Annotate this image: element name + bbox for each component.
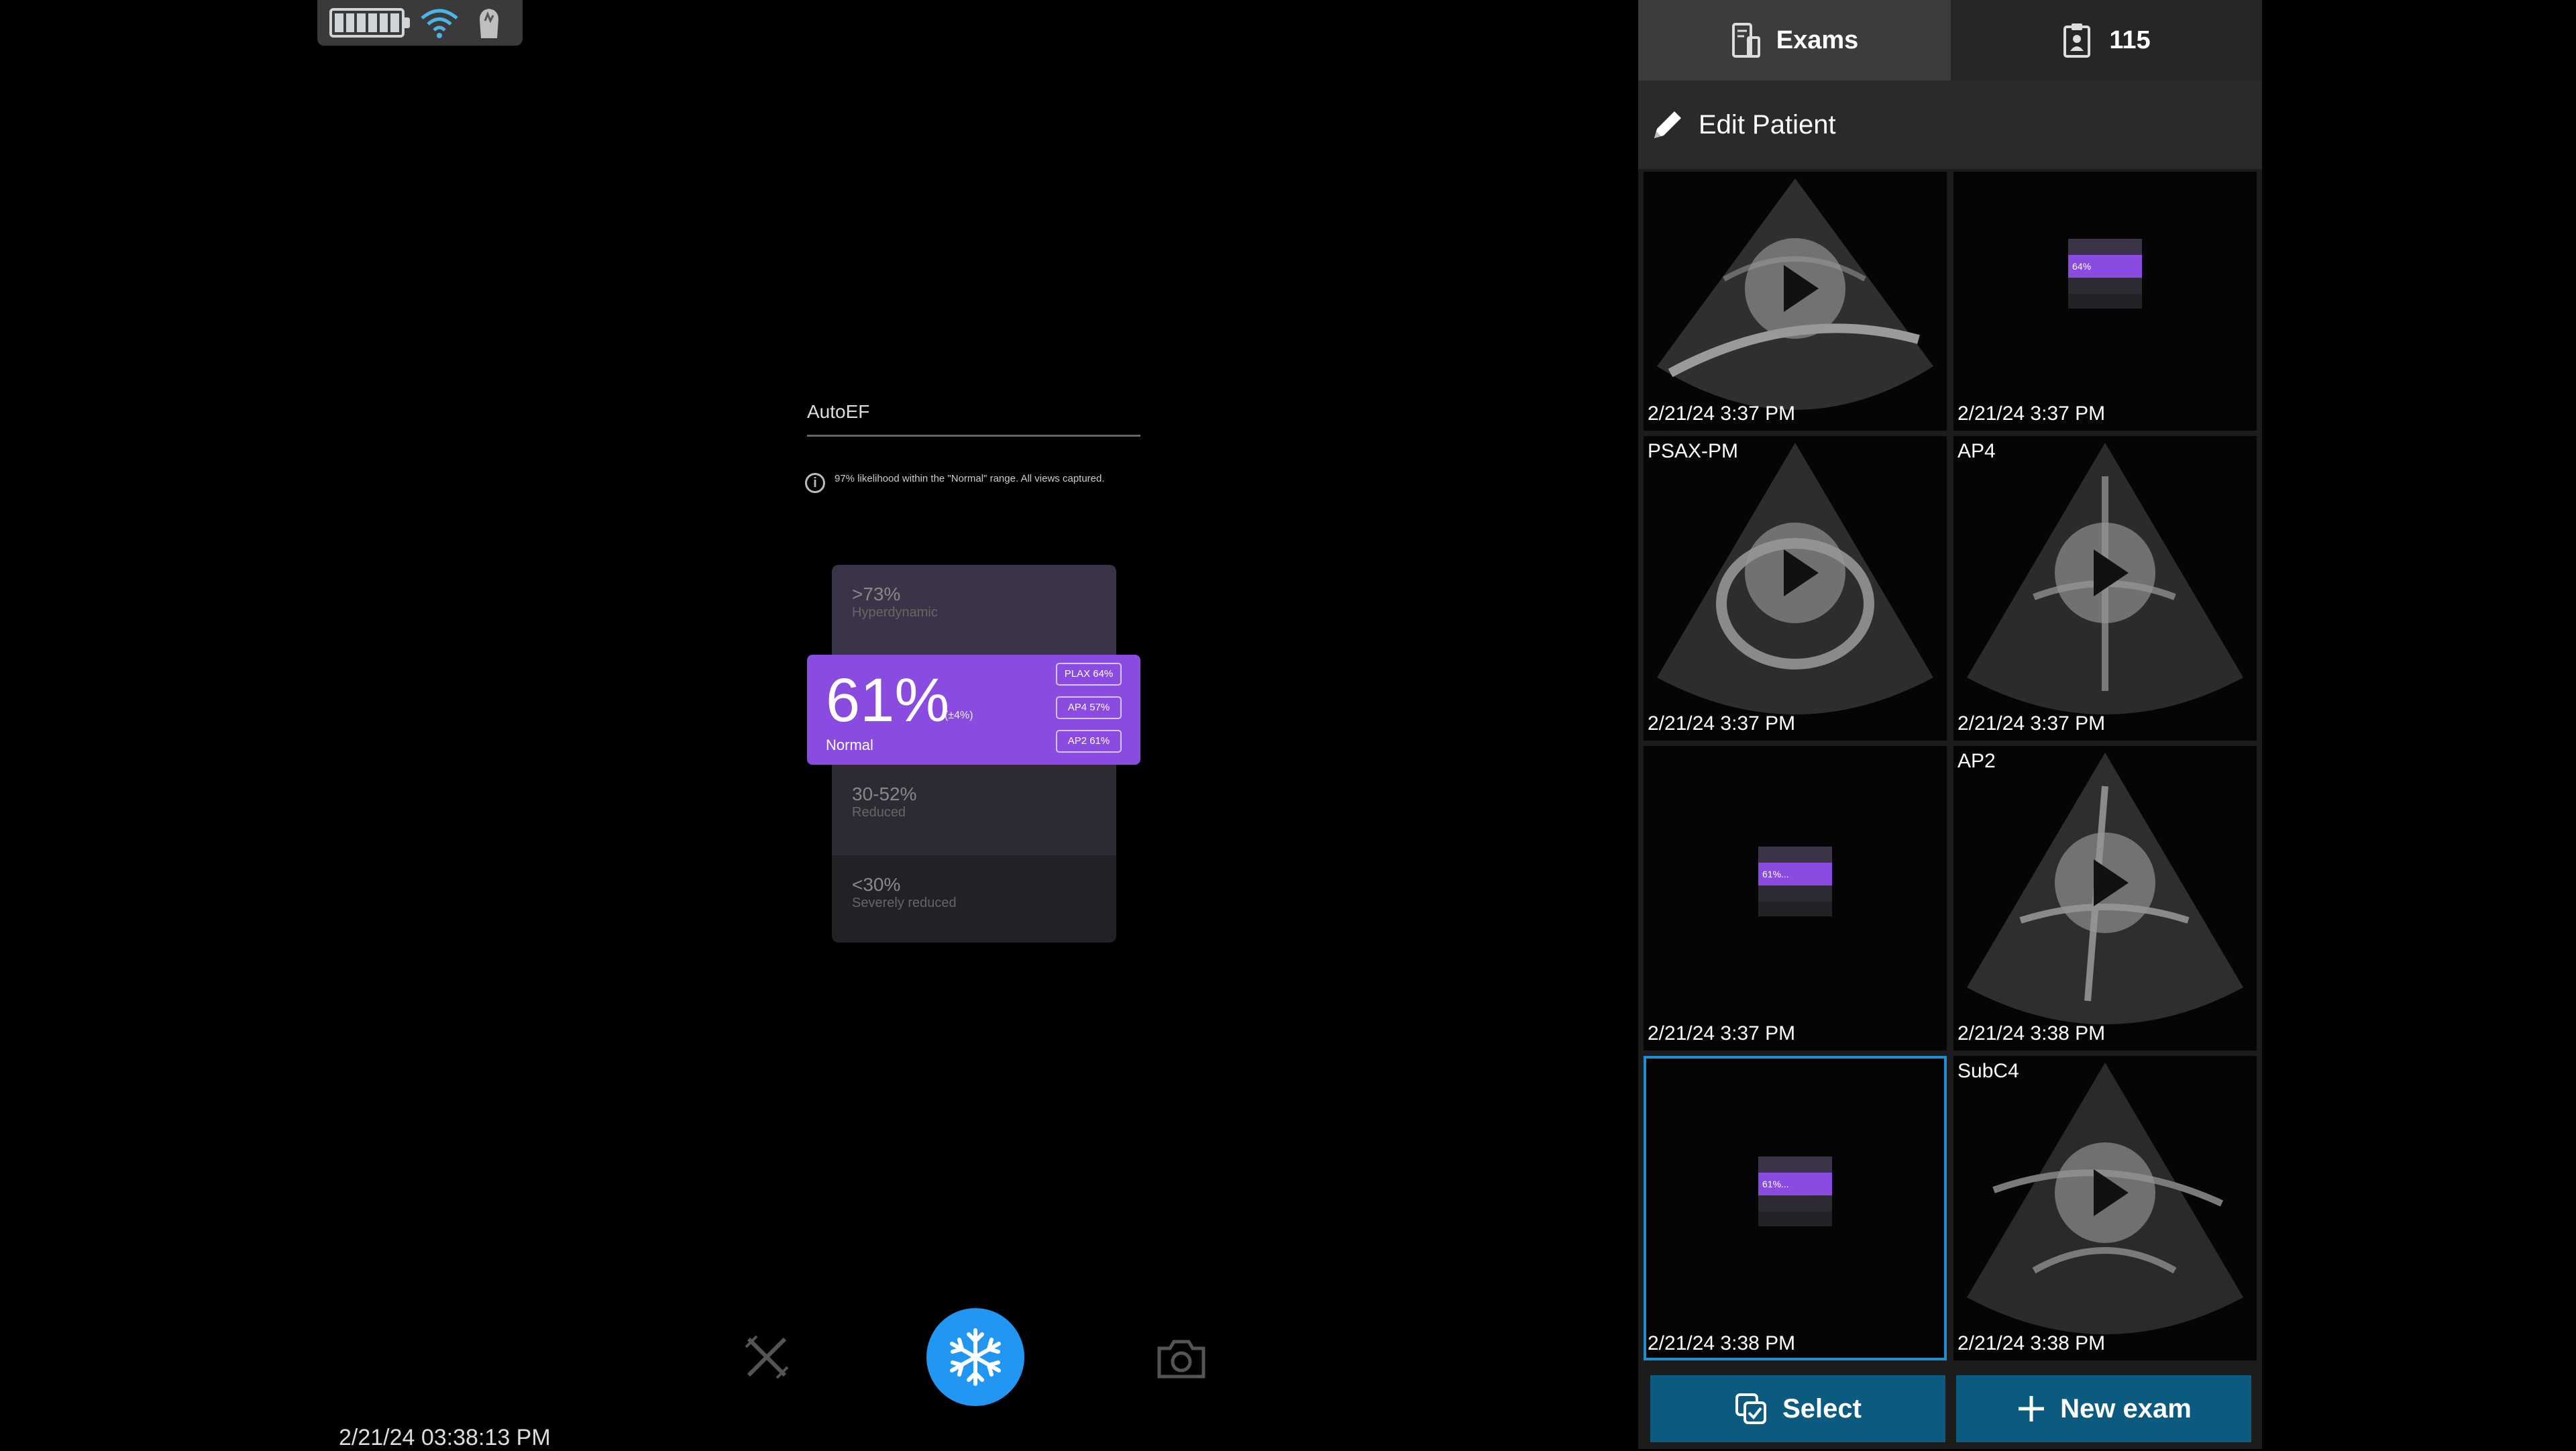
probe-icon — [480, 9, 498, 38]
tab-count-label: 115 — [2109, 25, 2151, 54]
thumbnail-view-name: PSAX-PM — [1648, 440, 1739, 462]
tab-patient-count[interactable]: 115 — [1951, 0, 2262, 80]
cross-tool-icon[interactable] — [743, 1334, 790, 1381]
thumbnail-view-name: SubC4 — [1957, 1060, 2019, 1082]
select-button[interactable]: Select — [1650, 1375, 1945, 1442]
exam-panel: Exams 115 Edit Patient 2/21/24 3:37 PM 6… — [1638, 0, 2262, 1449]
new-exam-button[interactable]: New exam — [1956, 1375, 2251, 1442]
ef-delta: (±4%) — [945, 710, 973, 721]
thumbnail-date: 2/21/24 3:38 PM — [1648, 1332, 1796, 1354]
range-label: Severely reduced — [852, 896, 957, 910]
wifi-icon — [421, 9, 458, 38]
view-tag-ap4: AP4 57% — [1056, 696, 1122, 719]
ef-category: Normal — [826, 737, 873, 753]
thumbnail-grid: 2/21/24 3:37 PM 64% 2/21/24 3:37 PM PSAX… — [1644, 172, 2257, 1360]
range-label: Reduced — [852, 805, 906, 820]
play-icon — [2055, 523, 2155, 624]
view-tag-ap2: AP2 61% — [1056, 730, 1122, 753]
info-icon: i — [805, 473, 825, 493]
autoef-info-text: 97% likelihood within the "Normal" range… — [835, 473, 1105, 484]
range-value: 30-52% — [852, 784, 917, 804]
camera-icon[interactable] — [1155, 1336, 1208, 1381]
battery-full-icon — [329, 8, 410, 38]
edit-patient-label: Edit Patient — [1699, 109, 1836, 140]
thumbnail-view-name: AP4 — [1957, 440, 1996, 462]
range-value: >73% — [852, 584, 901, 604]
new-exam-button-label: New exam — [2060, 1393, 2192, 1423]
thumbnail-clip[interactable]: AP2 2/21/24 3:38 PM — [1953, 746, 2257, 1051]
thumbnail-date: 2/21/24 3:37 PM — [1957, 712, 2106, 735]
view-tag-plax: PLAX 64% — [1056, 663, 1122, 686]
mini-ef-value: 64% — [2068, 255, 2142, 278]
thumbnail-date: 2/21/24 3:38 PM — [1957, 1332, 2106, 1354]
mini-ef-value: 61%... — [1758, 863, 1832, 885]
autoef-divider — [807, 435, 1140, 437]
play-icon — [1745, 523, 1845, 624]
ef-current-result: 61% (±4%) Normal PLAX 64% AP4 57% AP2 61… — [807, 655, 1140, 765]
autoef-mini-preview: 64% — [2068, 239, 2142, 309]
range-label: Hyperdynamic — [852, 605, 938, 620]
thumbnail-view-name: AP2 — [1957, 750, 1996, 772]
plus-icon — [2019, 1396, 2045, 1421]
ef-range-reduced: 30-52% Reduced — [832, 765, 1116, 855]
autoef-title: AutoEF — [807, 401, 870, 422]
range-value: <30% — [852, 874, 901, 895]
autoef-mini-preview: 61%... — [1758, 1157, 1832, 1226]
thumbnail-autoef[interactable]: 61%... 2/21/24 3:37 PM — [1644, 746, 1947, 1051]
exams-icon — [1731, 23, 1760, 58]
ef-range-severely-reduced: <30% Severely reduced — [832, 855, 1116, 943]
thumbnail-date: 2/21/24 3:37 PM — [1648, 1022, 1796, 1044]
tab-exams[interactable]: Exams — [1638, 0, 1951, 80]
pencil-icon — [1654, 111, 1681, 138]
thumbnail-autoef[interactable]: 64% 2/21/24 3:37 PM — [1953, 172, 2257, 431]
thumbnail-clip[interactable]: 2/21/24 3:37 PM — [1644, 172, 1947, 431]
autoef-info: i 97% likelihood within the "Normal" ran… — [805, 473, 1123, 493]
thumbnail-date: 2/21/24 3:37 PM — [1648, 712, 1796, 735]
thumbnail-clip[interactable]: PSAX-PM 2/21/24 3:37 PM — [1644, 436, 1947, 741]
freeze-button[interactable] — [926, 1308, 1024, 1406]
tab-exams-label: Exams — [1776, 25, 1859, 54]
thumbnail-date: 2/21/24 3:38 PM — [1957, 1022, 2106, 1044]
ef-range-hyperdynamic: >73% Hyperdynamic — [832, 565, 1116, 656]
select-button-label: Select — [1782, 1393, 1862, 1423]
thumbnail-date: 2/21/24 3:37 PM — [1957, 402, 2106, 425]
thumbnail-date: 2/21/24 3:37 PM — [1648, 402, 1796, 425]
ef-value: 61% — [826, 666, 950, 735]
thumbnail-clip[interactable]: AP4 2/21/24 3:37 PM — [1953, 436, 2257, 741]
timestamp: 2/21/24 03:38:13 PM — [339, 1425, 551, 1450]
thumbnail-clip[interactable]: SubC4 2/21/24 3:38 PM — [1953, 1056, 2257, 1360]
select-multiple-icon — [1735, 1393, 1767, 1424]
status-bar — [317, 0, 523, 46]
play-icon — [2055, 1142, 2155, 1244]
play-icon — [1745, 237, 1845, 339]
clipboard-patient-icon — [2063, 23, 2091, 58]
autoef-mini-preview: 61%... — [1758, 847, 1832, 916]
mini-ef-value: 61%... — [1758, 1173, 1832, 1195]
play-icon — [2055, 832, 2155, 934]
thumbnail-autoef-selected[interactable]: 61%... 2/21/24 3:38 PM — [1644, 1056, 1947, 1360]
snowflake-icon — [950, 1328, 1001, 1386]
edit-patient-button[interactable]: Edit Patient — [1638, 80, 2262, 169]
